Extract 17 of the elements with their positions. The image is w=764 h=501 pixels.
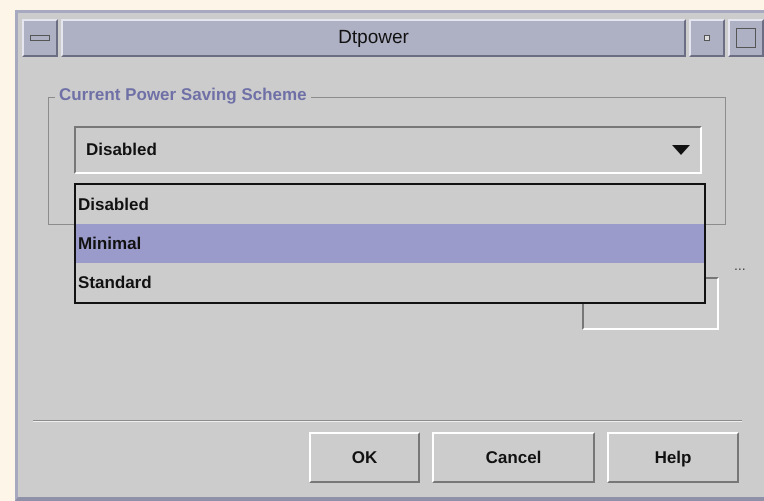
maximize-button[interactable] [728,19,764,57]
dialog-button[interactable]: Help [607,432,739,483]
group-title: Current Power Saving Scheme [55,85,311,105]
dropdown-option[interactable]: Disabled [76,185,704,224]
maximize-icon [736,28,756,48]
dialog-button[interactable]: OK [309,432,420,483]
scheme-dropdown[interactable]: Disabled [74,126,702,174]
dialog-button[interactable]: Cancel [432,432,595,483]
minimize-button[interactable] [689,19,725,57]
minimize-icon [704,35,710,41]
menu-icon [30,35,50,41]
window-title: Dtpower [61,19,686,57]
dropdown-option[interactable]: Minimal [76,224,704,263]
ellipsis-text: ... [734,257,746,273]
window-menu-button[interactable] [22,19,58,57]
dropdown-arrow-icon [672,145,690,155]
dropdown-option[interactable]: Standard [76,263,704,302]
